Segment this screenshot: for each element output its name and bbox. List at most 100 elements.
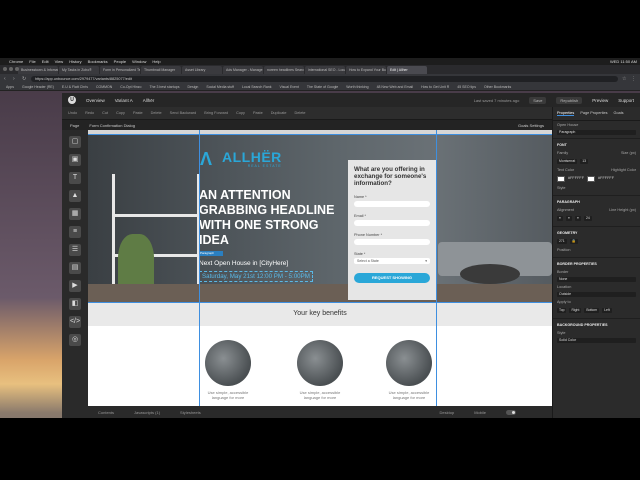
- redo-button[interactable]: Redo: [85, 111, 94, 115]
- line-height-input[interactable]: 24: [583, 216, 592, 221]
- contents-button[interactable]: Contents: [98, 410, 114, 415]
- browser-tab[interactable]: international SEO - Localized: [305, 66, 345, 74]
- request-showing-button[interactable]: REQUEST SHOWING: [354, 273, 430, 283]
- bookmark[interactable]: Other Bookmarks: [484, 85, 511, 89]
- maximize-window-icon[interactable]: [15, 67, 19, 71]
- geometry-section-title[interactable]: GEOMETRY: [553, 226, 640, 237]
- page-canvas[interactable]: Λ ALLHËR REAL ESTATE AN ATTENTION GRABBI…: [88, 130, 552, 406]
- benefits-section[interactable]: Your key benefits Use simple, accessible…: [88, 302, 552, 406]
- hero-section[interactable]: Λ ALLHËR REAL ESTATE AN ATTENTION GRABBI…: [88, 134, 552, 302]
- variant-selector[interactable]: Variant A: [115, 98, 133, 103]
- bookmark[interactable]: Google Header (RE): [22, 85, 54, 89]
- benefit-item[interactable]: Use simple, accessible language for more: [199, 340, 257, 400]
- element-name[interactable]: Open House: [557, 123, 578, 127]
- video-icon[interactable]: ▶: [69, 280, 81, 292]
- tab-goals[interactable]: Goals: [614, 111, 624, 116]
- bookmark[interactable]: 45 SEO tips: [457, 85, 476, 89]
- copy-button[interactable]: Copy: [116, 111, 125, 115]
- apply-right-checkbox[interactable]: Right: [569, 308, 582, 313]
- text-color-hex[interactable]: #FFFFFF: [568, 176, 584, 182]
- text-icon[interactable]: T: [69, 172, 81, 184]
- bookmark[interactable]: Design: [187, 85, 198, 89]
- javascripts-button[interactable]: Javascripts (1): [134, 410, 160, 415]
- bookmark[interactable]: The 3 best startups: [150, 85, 180, 89]
- unbounce-logo-icon[interactable]: U: [68, 96, 76, 104]
- browser-tab[interactable]: How to Expand Your Business: [346, 66, 386, 74]
- send-backward-button[interactable]: Send Backward: [170, 111, 197, 115]
- bookmark[interactable]: COMMON: [96, 85, 112, 89]
- republish-button[interactable]: Republish: [556, 96, 583, 104]
- bookmark[interactable]: Apps: [6, 85, 14, 89]
- menu-file[interactable]: File: [29, 59, 35, 64]
- bookmark[interactable]: Social Media stuff: [206, 85, 234, 89]
- image-icon[interactable]: ▦: [69, 208, 81, 220]
- back-icon[interactable]: ‹: [4, 76, 9, 82]
- location-select[interactable]: Outside: [557, 292, 636, 297]
- lock-icon[interactable]: 🔒: [569, 239, 578, 244]
- bookmark[interactable]: The State of Google: [307, 85, 338, 89]
- menu-edit[interactable]: Edit: [42, 59, 49, 64]
- mobile-view-button[interactable]: Mobile: [474, 410, 486, 415]
- list-icon[interactable]: ▤: [69, 262, 81, 274]
- browser-tab[interactable]: Businesstown & Infomation: [18, 66, 58, 74]
- menu-view[interactable]: View: [55, 59, 64, 64]
- browser-tab[interactable]: noreen headlines Search: [264, 66, 304, 74]
- align-center-icon[interactable]: ≡: [565, 216, 572, 221]
- name-field[interactable]: [354, 201, 430, 207]
- highlight-color-swatch[interactable]: [587, 176, 596, 182]
- bookmark[interactable]: Local Search Rank: [242, 85, 272, 89]
- menu-history[interactable]: History: [69, 59, 81, 64]
- state-select[interactable]: Select a State ▾: [354, 258, 430, 264]
- reload-icon[interactable]: ↻: [22, 76, 27, 82]
- paste-style-button[interactable]: Paste: [253, 111, 263, 115]
- star-icon[interactable]: ☆: [622, 76, 627, 82]
- forward-icon[interactable]: ›: [13, 76, 18, 82]
- font-size-input[interactable]: 13: [580, 159, 588, 164]
- image-icon[interactable]: ▲: [69, 190, 81, 202]
- delete-element-button[interactable]: Delete: [295, 111, 306, 115]
- menu-bookmarks[interactable]: Bookmarks: [88, 59, 108, 64]
- video-icon[interactable]: ◧: [69, 298, 81, 310]
- mobile-toggle[interactable]: [506, 409, 516, 415]
- paragraph-section-title[interactable]: PARAGRAPH: [553, 195, 640, 206]
- menu-window[interactable]: Window: [132, 59, 146, 64]
- phone-field[interactable]: [354, 239, 430, 245]
- hero-headline[interactable]: AN ATTENTION GRABBING HEADLINE WITH ONE …: [199, 188, 339, 248]
- brand-logo[interactable]: Λ ALLHËR REAL ESTATE: [200, 150, 282, 169]
- undo-button[interactable]: Undo: [68, 111, 77, 115]
- width-input[interactable]: 271: [557, 239, 567, 244]
- apply-left-checkbox[interactable]: Left: [602, 308, 612, 313]
- benefits-title[interactable]: Your key benefits: [88, 302, 552, 326]
- bring-forward-button[interactable]: Bring Forward: [204, 111, 228, 115]
- browser-tab[interactable]: Asset Library: [182, 66, 222, 74]
- duplicate-button[interactable]: Duplicate: [271, 111, 287, 115]
- preview-button[interactable]: Preview: [592, 98, 608, 103]
- menu-help[interactable]: Help: [152, 59, 160, 64]
- social-icon[interactable]: ◎: [69, 334, 81, 346]
- menu-chrome[interactable]: Chrome: [9, 59, 23, 64]
- email-field[interactable]: [354, 220, 430, 226]
- border-section-title[interactable]: BORDER PROPERTIES: [553, 257, 640, 268]
- goals-settings-button[interactable]: Goals Settings: [518, 123, 544, 128]
- benefit-item[interactable]: Use simple, accessible language for more: [380, 340, 438, 400]
- benefit-item[interactable]: Use simple, accessible language for more: [291, 340, 349, 400]
- cut-button[interactable]: Cut: [102, 111, 108, 115]
- form-confirmation-tab[interactable]: Form Confirmation Dialog: [89, 123, 135, 128]
- apply-top-checkbox[interactable]: Top: [557, 308, 567, 313]
- border-select[interactable]: None: [557, 277, 636, 282]
- bookmark[interactable]: How to Get Unit R: [421, 85, 449, 89]
- stylesheets-button[interactable]: Stylesheets: [180, 410, 201, 415]
- font-section-title[interactable]: FONT: [553, 138, 640, 149]
- browser-tab[interactable]: Ads Manager - Manage: [223, 66, 263, 74]
- code-icon[interactable]: </>: [69, 316, 81, 328]
- box-icon[interactable]: ▢: [69, 136, 81, 148]
- bookmark[interactable]: Visual Event: [280, 85, 299, 89]
- lead-form[interactable]: What are you offering in exchange for so…: [348, 160, 436, 300]
- box-icon[interactable]: ▣: [69, 154, 81, 166]
- list-icon[interactable]: ☰: [69, 244, 81, 256]
- highlight-color-hex[interactable]: #FFFFFF: [598, 176, 614, 182]
- copy-style-button[interactable]: Copy: [236, 111, 245, 115]
- browser-tab[interactable]: My Tasks in Zoho®: [59, 66, 99, 74]
- page-tab[interactable]: Page: [70, 123, 79, 128]
- bookmark[interactable]: Worth thinking: [346, 85, 368, 89]
